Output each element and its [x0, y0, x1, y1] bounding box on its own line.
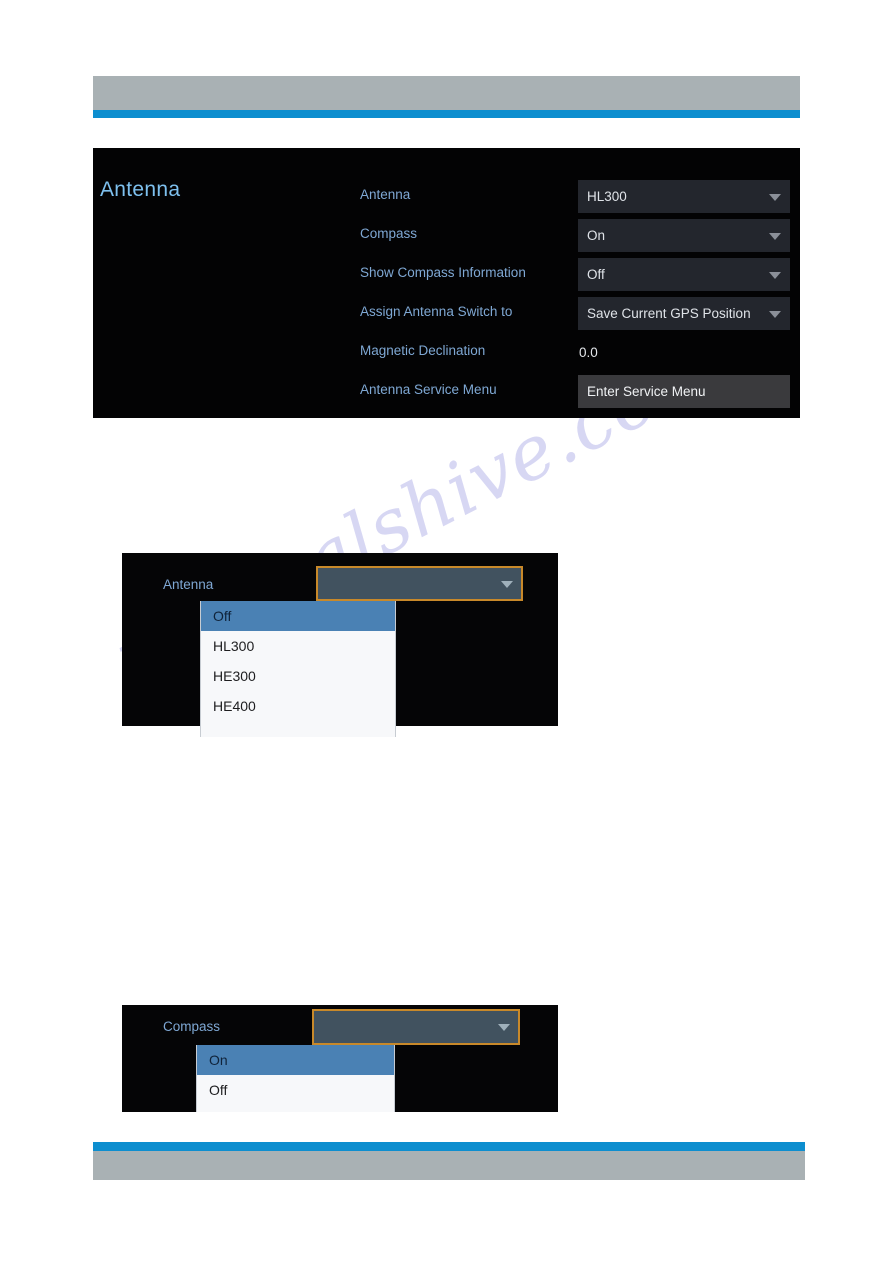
setting-control-show-compass-information: Off	[578, 258, 790, 291]
antenna-dropdown-label: Antenna	[163, 577, 214, 592]
enter-service-menu-button-label: Enter Service Menu	[587, 384, 706, 399]
chevron-down-icon	[769, 193, 781, 201]
antenna-select[interactable]: HL300	[578, 180, 790, 213]
compass-dropdown-toggle[interactable]	[312, 1009, 520, 1045]
page-title: Antenna	[100, 178, 181, 201]
setting-label-compass: Compass	[360, 226, 418, 241]
enter-service-menu-button[interactable]: Enter Service Menu	[578, 375, 790, 408]
header-accent-rule	[93, 110, 800, 118]
chevron-down-icon	[501, 580, 513, 588]
antenna-select-value: HL300	[587, 189, 627, 204]
setting-label-assign-antenna-switch-to: Assign Antenna Switch to	[360, 304, 513, 319]
setting-label-antenna-service-menu: Antenna Service Menu	[360, 382, 497, 397]
setting-row-assign-antenna-switch-to: Assign Antenna Switch to Save Current GP…	[360, 297, 790, 336]
chevron-down-icon	[769, 310, 781, 318]
compass-dropdown-label: Compass	[163, 1019, 221, 1034]
show-compass-information-select-value: Off	[587, 267, 605, 282]
setting-control-antenna-service-menu: Enter Service Menu	[578, 375, 790, 408]
settings-list: Antenna HL300 Compass On Show Compass In…	[360, 180, 790, 414]
compass-select-value: On	[587, 228, 606, 243]
setting-label-antenna: Antenna	[360, 187, 411, 202]
setting-control-magnetic-declination: 0.0	[578, 336, 790, 369]
antenna-option-hl300[interactable]: HL300	[201, 631, 395, 661]
compass-option-off[interactable]: Off	[197, 1075, 394, 1105]
setting-control-assign-antenna-switch-to: Save Current GPS Position	[578, 297, 790, 330]
antenna-option-he400[interactable]: HE400	[201, 691, 395, 721]
antenna-option-list[interactable]: Off HL300 HE300 HE400	[200, 601, 396, 737]
setting-row-magnetic-declination: Magnetic Declination 0.0	[360, 336, 790, 375]
antenna-option-off[interactable]: Off	[201, 601, 395, 631]
assign-antenna-switch-to-select[interactable]: Save Current GPS Position	[578, 297, 790, 330]
setting-row-antenna: Antenna HL300	[360, 180, 790, 219]
setting-control-antenna: HL300	[578, 180, 790, 213]
header-band	[93, 76, 800, 110]
chevron-down-icon	[769, 232, 781, 240]
setting-label-magnetic-declination: Magnetic Declination	[360, 343, 486, 358]
antenna-option-he300[interactable]: HE300	[201, 661, 395, 691]
compass-option-list[interactable]: On Off	[196, 1045, 395, 1112]
setting-row-show-compass-information: Show Compass Information Off	[360, 258, 790, 297]
chevron-down-icon	[769, 271, 781, 279]
compass-option-on[interactable]: On	[197, 1045, 394, 1075]
footer-band	[93, 1151, 805, 1180]
compass-select[interactable]: On	[578, 219, 790, 252]
show-compass-information-select[interactable]: Off	[578, 258, 790, 291]
setting-control-compass: On	[578, 219, 790, 252]
footer-accent-rule	[93, 1142, 805, 1151]
antenna-dropdown-toggle[interactable]	[316, 566, 523, 601]
setting-label-show-compass-information: Show Compass Information	[360, 265, 526, 280]
magnetic-declination-value[interactable]: 0.0	[578, 336, 790, 369]
setting-row-compass: Compass On	[360, 219, 790, 258]
chevron-down-icon	[498, 1024, 510, 1031]
assign-antenna-switch-to-select-value: Save Current GPS Position	[587, 306, 751, 321]
antenna-settings-screen: Antenna Antenna HL300 Compass On Show Co…	[93, 148, 800, 418]
setting-row-antenna-service-menu: Antenna Service Menu Enter Service Menu	[360, 375, 790, 414]
